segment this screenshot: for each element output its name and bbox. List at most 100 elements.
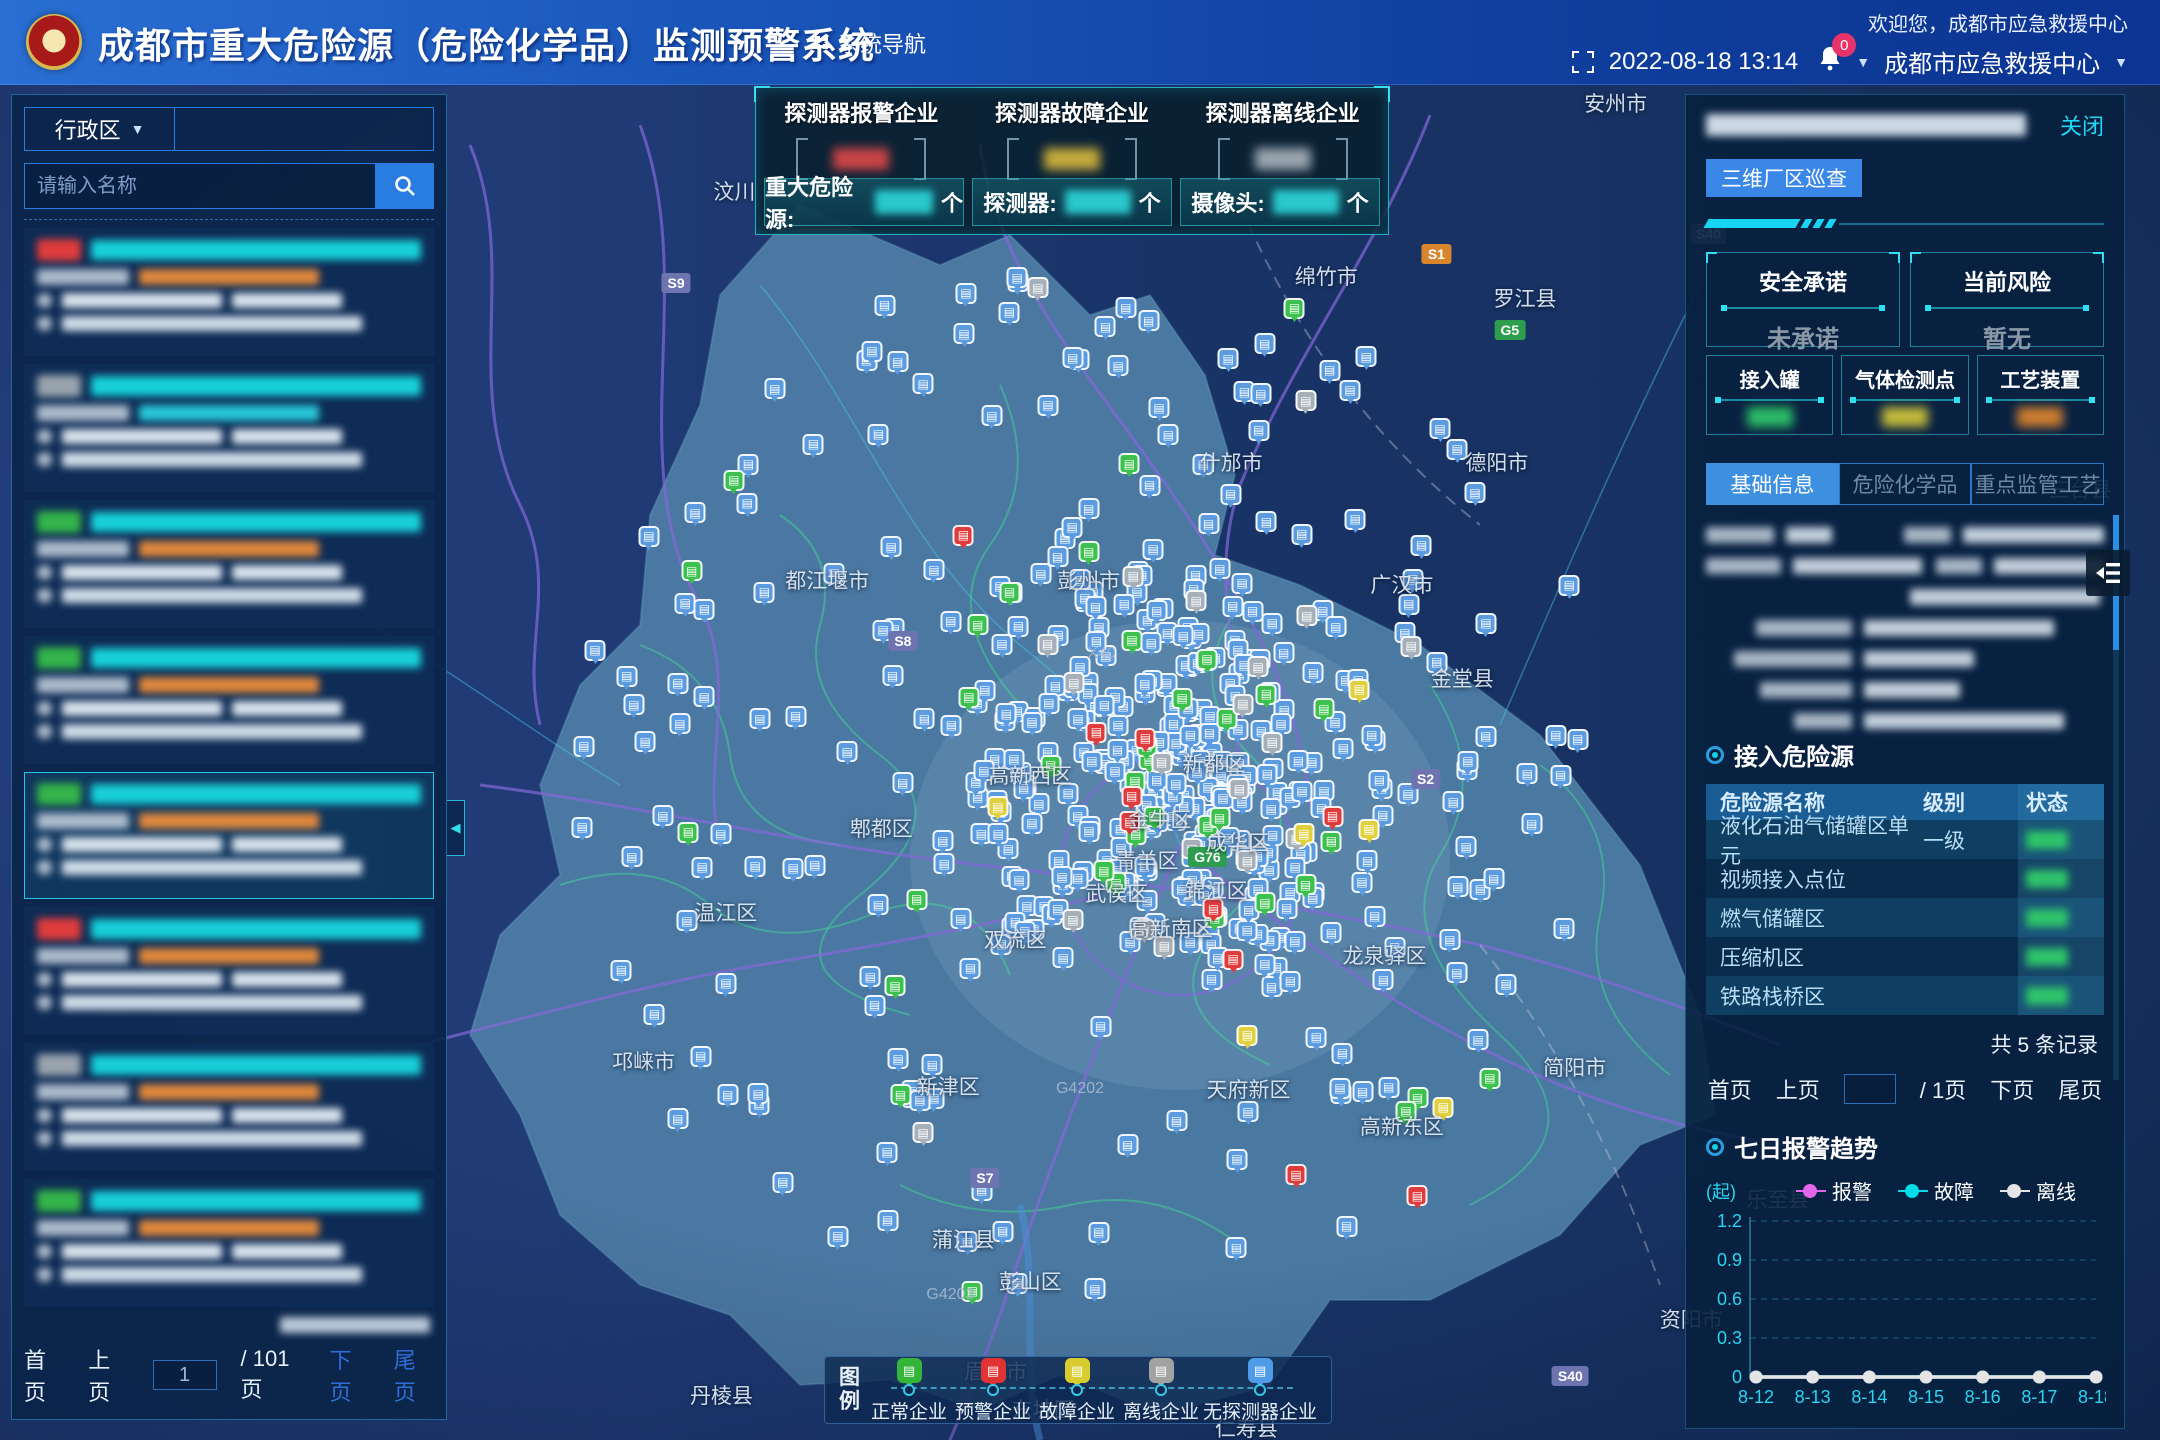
map-marker[interactable]: ▤ xyxy=(1303,662,1324,683)
map-marker[interactable]: ▤ xyxy=(1284,931,1305,952)
page-number-input[interactable] xyxy=(153,1360,217,1390)
map-marker[interactable]: ▤ xyxy=(1078,498,1099,519)
map-marker[interactable]: ▤ xyxy=(638,526,659,547)
map-marker[interactable]: ▤ xyxy=(1293,823,1314,844)
map-marker[interactable]: ▤ xyxy=(1197,649,1218,670)
map-marker[interactable]: ▤ xyxy=(992,1221,1013,1242)
map-marker[interactable]: ▤ xyxy=(1237,1025,1258,1046)
map-marker[interactable]: ▤ xyxy=(906,889,927,910)
map-marker[interactable]: ▤ xyxy=(1038,693,1059,714)
company-list-item[interactable] xyxy=(24,1179,434,1307)
map-marker[interactable]: ▤ xyxy=(882,665,903,686)
map-marker[interactable]: ▤ xyxy=(675,593,696,614)
company-list-item[interactable] xyxy=(24,500,434,628)
map-marker[interactable]: ▤ xyxy=(669,713,690,734)
close-panel-button[interactable]: 关闭 xyxy=(2060,109,2104,141)
map-marker[interactable]: ▤ xyxy=(1483,868,1504,889)
map-marker[interactable]: ▤ xyxy=(1063,909,1084,930)
map-marker[interactable]: ▤ xyxy=(1554,918,1575,939)
map-marker[interactable]: ▤ xyxy=(1146,600,1167,621)
map-marker[interactable]: ▤ xyxy=(1088,1222,1109,1243)
map-marker[interactable]: ▤ xyxy=(1027,277,1048,298)
map-marker[interactable]: ▤ xyxy=(1086,722,1107,743)
detail-page-last[interactable]: 尾页 xyxy=(2058,1073,2102,1105)
table-row[interactable]: 液化石油气储罐区单元 一级 xyxy=(1706,820,2104,859)
map-marker[interactable]: ▤ xyxy=(1465,482,1486,503)
map-marker[interactable]: ▤ xyxy=(1223,949,1244,970)
map-marker[interactable]: ▤ xyxy=(913,373,934,394)
map-marker[interactable]: ▤ xyxy=(1135,728,1156,749)
map-marker[interactable]: ▤ xyxy=(1256,684,1277,705)
map-marker[interactable]: ▤ xyxy=(1330,1078,1351,1099)
map-marker[interactable]: ▤ xyxy=(1053,947,1074,968)
map-marker[interactable]: ▤ xyxy=(1256,511,1277,532)
map-marker[interactable]: ▤ xyxy=(954,323,975,344)
map-marker[interactable]: ▤ xyxy=(1284,298,1305,319)
map-marker[interactable]: ▤ xyxy=(785,706,806,727)
map-marker[interactable]: ▤ xyxy=(1280,971,1301,992)
map-marker[interactable]: ▤ xyxy=(1517,763,1538,784)
map-marker[interactable]: ▤ xyxy=(723,470,744,491)
page-first-button[interactable]: 首页 xyxy=(24,1343,64,1407)
map-marker[interactable]: ▤ xyxy=(1081,751,1102,772)
fullscreen-icon[interactable] xyxy=(1571,50,1595,74)
map-marker[interactable]: ▤ xyxy=(644,1004,665,1025)
map-marker[interactable]: ▤ xyxy=(1166,1110,1187,1131)
map-marker[interactable]: ▤ xyxy=(1250,383,1271,404)
map-marker[interactable]: ▤ xyxy=(1079,821,1100,842)
map-marker[interactable]: ▤ xyxy=(1288,750,1309,771)
map-marker[interactable]: ▤ xyxy=(1022,813,1043,834)
detail-page-prev[interactable]: 上页 xyxy=(1776,1073,1820,1105)
map-marker[interactable]: ▤ xyxy=(1296,605,1317,626)
map-marker[interactable]: ▤ xyxy=(694,599,715,620)
map-marker[interactable]: ▤ xyxy=(1090,1016,1111,1037)
map-marker[interactable]: ▤ xyxy=(1262,613,1283,634)
detail-page-first[interactable]: 首页 xyxy=(1708,1073,1752,1105)
map-marker[interactable]: ▤ xyxy=(764,378,785,399)
map-marker[interactable]: ▤ xyxy=(1218,348,1239,369)
map-marker[interactable]: ▤ xyxy=(1138,310,1159,331)
map-marker[interactable]: ▤ xyxy=(881,536,902,557)
map-marker[interactable]: ▤ xyxy=(1008,616,1029,637)
map-marker[interactable]: ▤ xyxy=(914,708,935,729)
company-list-item[interactable] xyxy=(24,364,434,492)
plant-3d-tour-button[interactable]: 三维厂区巡查 xyxy=(1706,159,1862,197)
chart-legend-item[interactable]: 离线 xyxy=(2000,1176,2076,1205)
map-marker[interactable]: ▤ xyxy=(1085,596,1106,617)
tab-基础信息[interactable]: 基础信息 xyxy=(1706,463,1839,505)
region-filter-dropdown[interactable]: 行政区 ▼ xyxy=(25,108,175,150)
map-marker[interactable]: ▤ xyxy=(585,640,606,661)
map-marker[interactable]: ▤ xyxy=(1209,807,1230,828)
map-marker[interactable]: ▤ xyxy=(877,1210,898,1231)
table-row[interactable]: 压缩机区 xyxy=(1706,937,2104,976)
map-marker[interactable]: ▤ xyxy=(887,351,908,372)
map-marker[interactable]: ▤ xyxy=(1291,524,1312,545)
map-marker[interactable]: ▤ xyxy=(1198,513,1219,534)
map-marker[interactable]: ▤ xyxy=(710,823,731,844)
map-marker[interactable]: ▤ xyxy=(888,1048,909,1069)
map-marker[interactable]: ▤ xyxy=(1119,453,1140,474)
map-marker[interactable]: ▤ xyxy=(987,796,1008,817)
map-marker[interactable]: ▤ xyxy=(1357,850,1378,871)
map-marker[interactable]: ▤ xyxy=(837,741,858,762)
map-marker[interactable]: ▤ xyxy=(1361,725,1382,746)
map-marker[interactable]: ▤ xyxy=(1349,679,1370,700)
map-marker[interactable]: ▤ xyxy=(1063,672,1084,693)
map-marker[interactable]: ▤ xyxy=(1345,509,1366,530)
map-marker[interactable]: ▤ xyxy=(1411,535,1432,556)
map-marker[interactable]: ▤ xyxy=(1232,694,1253,715)
map-marker[interactable]: ▤ xyxy=(1286,1164,1307,1185)
map-marker[interactable]: ▤ xyxy=(1332,1043,1353,1064)
map-marker[interactable]: ▤ xyxy=(913,1122,934,1143)
map-marker[interactable]: ▤ xyxy=(694,686,715,707)
map-marker[interactable]: ▤ xyxy=(940,611,961,632)
map-marker[interactable]: ▤ xyxy=(1149,397,1170,418)
map-marker[interactable]: ▤ xyxy=(754,582,775,603)
map-marker[interactable]: ▤ xyxy=(1254,954,1275,975)
panel-scrollbar[interactable] xyxy=(2113,515,2119,1080)
system-nav-menu[interactable]: 系统导航 xyxy=(815,0,926,85)
map-marker[interactable]: ▤ xyxy=(1107,739,1128,760)
map-marker[interactable]: ▤ xyxy=(1262,732,1283,753)
map-marker[interactable]: ▤ xyxy=(1143,539,1164,560)
map-marker[interactable]: ▤ xyxy=(941,715,962,736)
